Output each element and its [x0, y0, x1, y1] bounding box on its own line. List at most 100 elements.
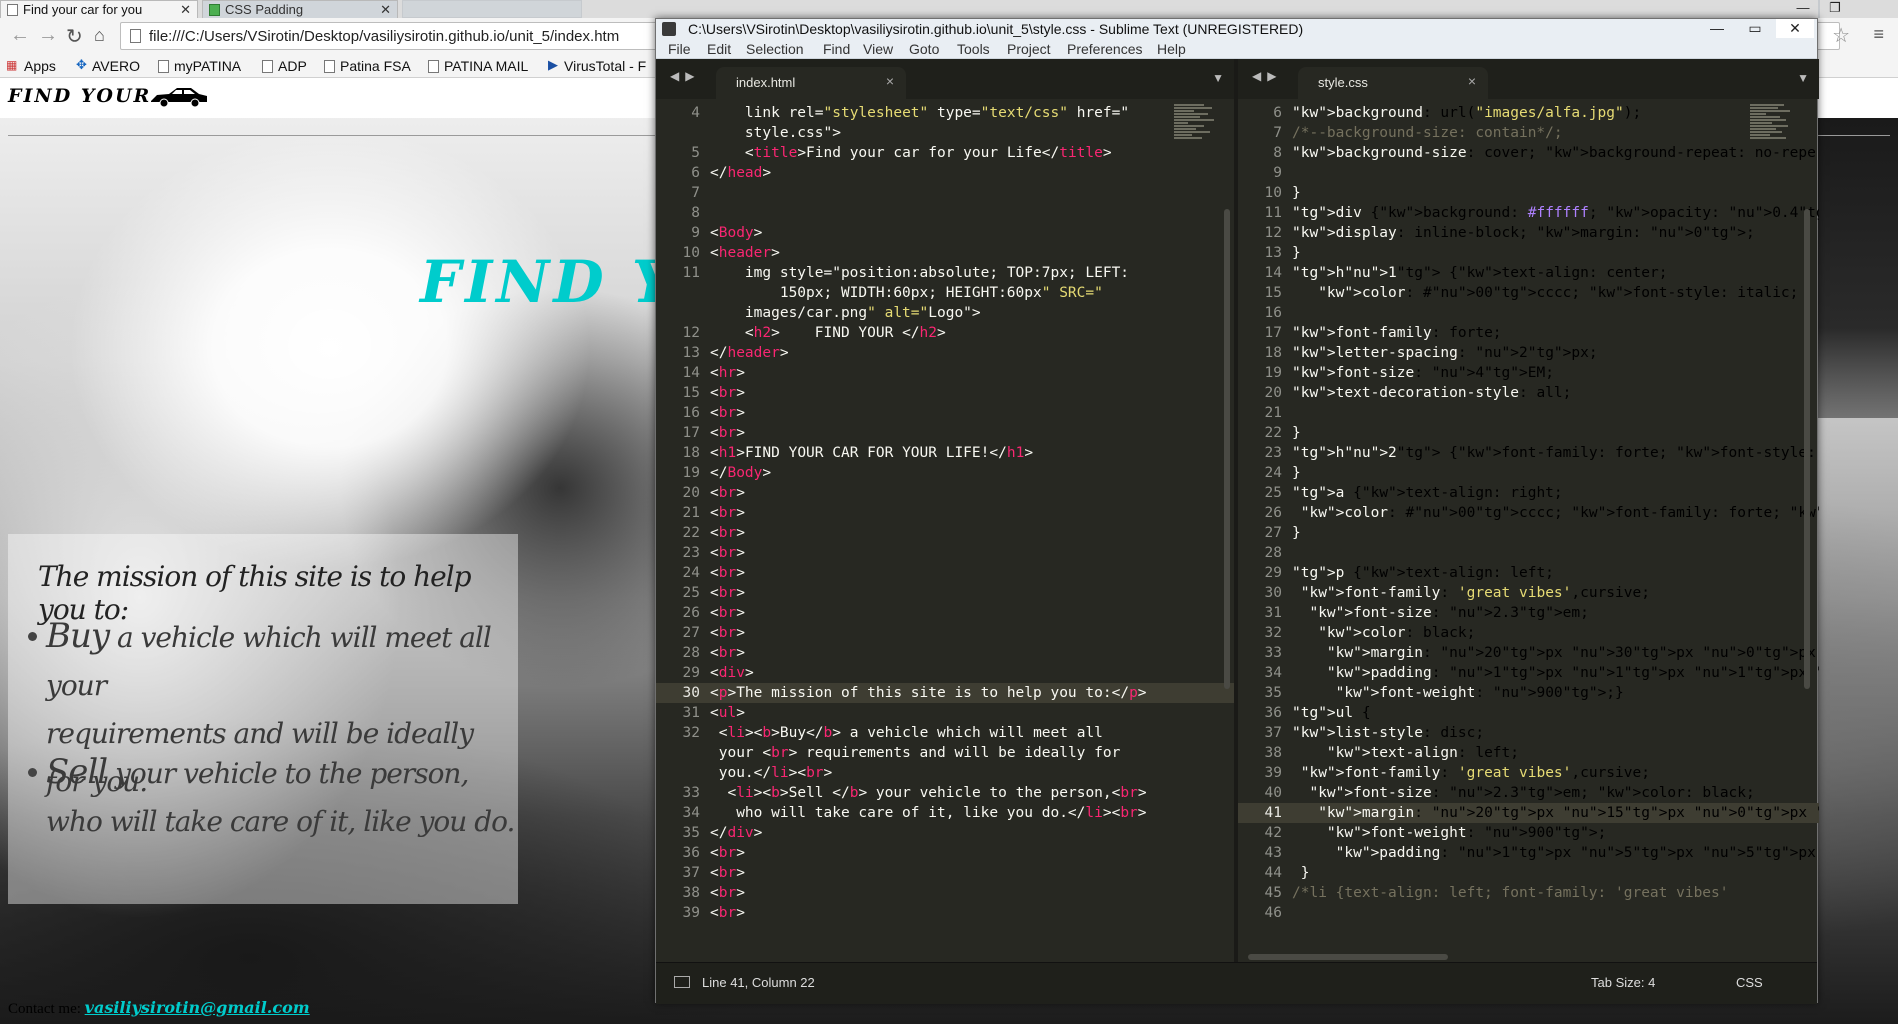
- code-line[interactable]: 15 <br>: [656, 383, 1234, 403]
- code-line[interactable]: 30 <p>The mission of this site is to help…: [656, 683, 1234, 703]
- tab-close-icon[interactable]: ×: [886, 73, 894, 89]
- code-line[interactable]: 38 <br>: [656, 883, 1234, 903]
- browser-tab-active[interactable]: Find your car for you ✕: [0, 0, 198, 18]
- code-line[interactable]: 6 </head>: [656, 163, 1234, 183]
- code-line[interactable]: 28: [1238, 543, 1819, 563]
- code-line[interactable]: 33 "kw">margin: "nu">20"tg">px "nu">30"t…: [1238, 643, 1819, 663]
- minimap-right[interactable]: [1750, 103, 1796, 213]
- code-line[interactable]: 46: [1238, 903, 1819, 923]
- code-line[interactable]: 9: [1238, 163, 1819, 183]
- code-line[interactable]: 30 "kw">font-family: 'great vibes',cursi…: [1238, 583, 1819, 603]
- code-line[interactable]: 27 <br>: [656, 623, 1234, 643]
- code-line[interactable]: 21 <br>: [656, 503, 1234, 523]
- code-line[interactable]: 17 "kw">font-family: forte;: [1238, 323, 1819, 343]
- minimap-left[interactable]: [1174, 103, 1220, 213]
- code-line[interactable]: 27}: [1238, 523, 1819, 543]
- bookmark-adp[interactable]: ADP: [260, 58, 307, 74]
- menu-preferences[interactable]: Preferences: [1067, 41, 1142, 57]
- code-line[interactable]: 16 <br>: [656, 403, 1234, 423]
- code-line[interactable]: 4 link rel="stylesheet" type="text/css" …: [656, 103, 1234, 123]
- code-line[interactable]: 21: [1238, 403, 1819, 423]
- tab-size-setting[interactable]: Tab Size: 4: [1591, 975, 1655, 990]
- menu-selection[interactable]: Selection: [746, 41, 804, 57]
- code-line[interactable]: style.css">: [656, 123, 1234, 143]
- code-line[interactable]: 34 "kw">padding: "nu">1"tg">px "nu">1"tg…: [1238, 663, 1819, 683]
- bookmark-virustotal[interactable]: ▶ VirusTotal - F: [546, 57, 646, 74]
- code-line[interactable]: 10}: [1238, 183, 1819, 203]
- code-line[interactable]: 12 "kw">display: inline-block; "kw">margi…: [1238, 223, 1819, 243]
- code-line[interactable]: 41 "kw">margin: "nu">20"tg">px "nu">15"t…: [1238, 803, 1819, 823]
- minimize-icon[interactable]: —: [1698, 19, 1736, 38]
- menu-view[interactable]: View: [863, 41, 893, 57]
- code-line[interactable]: 15 "kw">color: #"nu">00"tg">cccc; "kw">f…: [1238, 283, 1819, 303]
- code-line[interactable]: 13 </header>: [656, 343, 1234, 363]
- tab-dropdown-icon[interactable]: ▼: [1797, 71, 1809, 85]
- menu-find[interactable]: Find: [823, 41, 850, 57]
- maximize-icon[interactable]: ▭: [1736, 19, 1774, 38]
- code-line[interactable]: 36 <br>: [656, 843, 1234, 863]
- code-line[interactable]: 9 <Body>: [656, 223, 1234, 243]
- code-line[interactable]: 23 <br>: [656, 543, 1234, 563]
- code-line[interactable]: 24}: [1238, 463, 1819, 483]
- code-line[interactable]: 19 </Body>: [656, 463, 1234, 483]
- code-line[interactable]: 23 "tg">h"nu">2"tg"> {"kw">font-family: f…: [1238, 443, 1819, 463]
- code-line[interactable]: 29 <div>: [656, 663, 1234, 683]
- code-line[interactable]: 25 <br>: [656, 583, 1234, 603]
- code-line[interactable]: 11 img style="position:absolute; TOP:7px…: [656, 263, 1234, 283]
- code-line[interactable]: 36 "tg">ul {: [1238, 703, 1819, 723]
- tab-nav-arrows-icon[interactable]: ◀▶: [1252, 69, 1282, 83]
- panel-toggle-icon[interactable]: [674, 976, 690, 988]
- bookmark-mypatina[interactable]: myPATINA: [156, 58, 241, 74]
- code-line[interactable]: 22 <br>: [656, 523, 1234, 543]
- code-line[interactable]: 31 <ul>: [656, 703, 1234, 723]
- file-tab-style-css[interactable]: style.css ×: [1298, 67, 1488, 99]
- browser-tab-css-padding[interactable]: CSS Padding ✕: [202, 0, 398, 18]
- code-line[interactable]: 14 <hr>: [656, 363, 1234, 383]
- code-line[interactable]: 35 </div>: [656, 823, 1234, 843]
- code-line[interactable]: 31 "kw">font-size: "nu">2.3"tg">em;: [1238, 603, 1819, 623]
- code-line[interactable]: your <br> requirements and will be ideal…: [656, 743, 1234, 763]
- tab-close-icon[interactable]: ×: [1468, 73, 1476, 89]
- menu-edit[interactable]: Edit: [707, 41, 731, 57]
- minimize-icon[interactable]: —: [1788, 0, 1818, 18]
- code-line[interactable]: you.</li><br>: [656, 763, 1234, 783]
- code-line[interactable]: 17 <br>: [656, 423, 1234, 443]
- horizontal-scrollbar[interactable]: [1248, 954, 1448, 960]
- menu-help[interactable]: Help: [1157, 41, 1186, 57]
- code-line[interactable]: 7: [656, 183, 1234, 203]
- forward-icon[interactable]: →: [38, 24, 58, 47]
- code-line[interactable]: 5 <title>Find your car for your Life</ti…: [656, 143, 1234, 163]
- code-line[interactable]: 24 <br>: [656, 563, 1234, 583]
- bookmark-star-icon[interactable]: ☆: [1832, 23, 1850, 48]
- code-line[interactable]: 39 "kw">font-family: 'great vibes',cursi…: [1238, 763, 1819, 783]
- code-line[interactable]: 8: [656, 203, 1234, 223]
- code-line[interactable]: 34 who will take care of it, like you do…: [656, 803, 1234, 823]
- address-url[interactable]: file:///C:/Users/VSirotin/Desktop/vasili…: [149, 28, 619, 45]
- menu-project[interactable]: Project: [1007, 41, 1051, 57]
- code-line[interactable]: 16: [1238, 303, 1819, 323]
- code-line[interactable]: 37 <br>: [656, 863, 1234, 883]
- contact-email-link[interactable]: vasiliysirotin@gmail.com: [85, 998, 310, 1017]
- code-line[interactable]: 32 "kw">color: black;: [1238, 623, 1819, 643]
- file-tab-index-html[interactable]: index.html ×: [716, 67, 906, 99]
- code-line[interactable]: 25 "tg">a {"kw">text-align: right;: [1238, 483, 1819, 503]
- code-line[interactable]: 26 <br>: [656, 603, 1234, 623]
- code-line[interactable]: 45 /*li {text-align: left; font-family: '…: [1238, 883, 1819, 903]
- code-view-css[interactable]: 6 "kw">background: url("images/alfa.jpg")…: [1238, 103, 1819, 923]
- code-line[interactable]: 6 "kw">background: url("images/alfa.jpg")…: [1238, 103, 1819, 123]
- code-line[interactable]: 18 <h1>FIND YOUR CAR FOR YOUR LIFE!</h1>: [656, 443, 1234, 463]
- close-icon[interactable]: ✕: [1776, 19, 1814, 38]
- code-line[interactable]: 11 "tg">div {"kw">background: #ffffff; "k…: [1238, 203, 1819, 223]
- code-line[interactable]: 18 "kw">letter-spacing: "nu">2"tg">px;: [1238, 343, 1819, 363]
- code-line[interactable]: 28 <br>: [656, 643, 1234, 663]
- menu-tools[interactable]: Tools: [957, 41, 990, 57]
- code-line[interactable]: 37 "kw">list-style: disc;: [1238, 723, 1819, 743]
- tab-nav-arrows-icon[interactable]: ◀▶: [670, 69, 700, 83]
- scrollbar-right[interactable]: [1804, 209, 1810, 689]
- code-line[interactable]: 40 "kw">font-size: "nu">2.3"tg">em; "kw"…: [1238, 783, 1819, 803]
- code-line[interactable]: images/car.png" alt="Logo">: [656, 303, 1234, 323]
- tab-close-icon[interactable]: ✕: [380, 1, 391, 18]
- code-line[interactable]: 33 <li><b>Sell </b> your vehicle to the …: [656, 783, 1234, 803]
- browser-tab-hidden[interactable]: [402, 0, 582, 18]
- code-line[interactable]: 19 "kw">font-size: "nu">4"tg">EM;: [1238, 363, 1819, 383]
